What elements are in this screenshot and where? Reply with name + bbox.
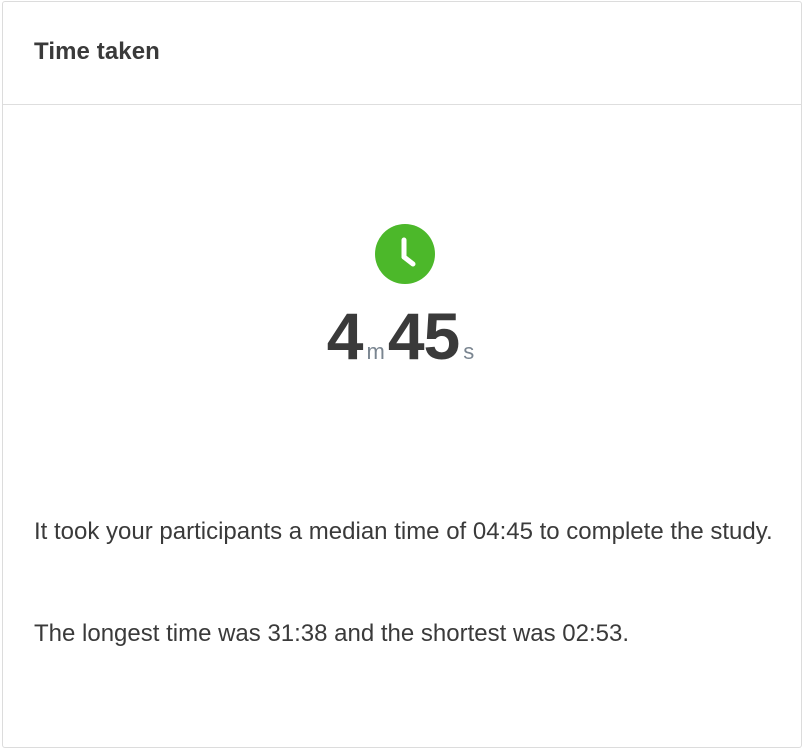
seconds-value: 45 bbox=[387, 299, 460, 373]
card-header: Time taken bbox=[3, 2, 801, 105]
minutes-value: 4 bbox=[326, 299, 364, 373]
median-time-display: 4 m45 s bbox=[3, 298, 801, 374]
time-taken-card: Time taken 4 m45 s It took your participan… bbox=[2, 1, 802, 748]
clock-icon bbox=[375, 224, 435, 284]
minutes-unit: m bbox=[366, 339, 385, 364]
median-time-summary: It took your participants a median time … bbox=[34, 518, 773, 545]
seconds-unit: s bbox=[463, 339, 475, 364]
time-range-summary: The longest time was 31:38 and the short… bbox=[34, 620, 630, 647]
card-title: Time taken bbox=[34, 38, 160, 65]
